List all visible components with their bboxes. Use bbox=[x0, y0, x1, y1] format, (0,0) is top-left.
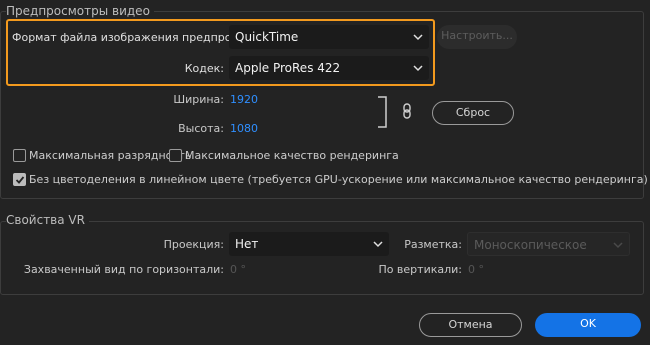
layout-dropdown[interactable]: Моноскопическое bbox=[467, 232, 630, 256]
max-render-quality-label: Максимальное качество рендеринга bbox=[185, 149, 399, 162]
horizontal-view-value: 0 ° bbox=[230, 263, 246, 276]
linear-color-label: Без цветоделения в линейном цвете (требу… bbox=[29, 173, 648, 186]
height-label: Высота: bbox=[178, 122, 224, 135]
linear-color-checkbox[interactable] bbox=[13, 173, 26, 186]
vertical-view-label: По вертикали: bbox=[378, 263, 462, 276]
projection-value: Нет bbox=[235, 237, 259, 251]
link-icon[interactable] bbox=[402, 103, 412, 119]
width-label: Ширина: bbox=[173, 93, 224, 106]
max-render-quality-checkbox[interactable] bbox=[169, 149, 182, 162]
max-bit-depth-checkbox[interactable] bbox=[13, 149, 26, 162]
reset-button[interactable]: Сброс bbox=[432, 101, 514, 125]
width-value[interactable]: 1920 bbox=[230, 93, 258, 106]
configure-button[interactable]: Настроить... bbox=[437, 25, 517, 49]
projection-label: Проекция: bbox=[163, 238, 224, 251]
highlight-frame bbox=[6, 19, 435, 86]
horizontal-view-label: Захваченный вид по горизонтали: bbox=[23, 263, 224, 276]
aspect-bracket-icon bbox=[378, 96, 387, 128]
max-bit-depth-label: Максимальная разрядность bbox=[29, 149, 192, 162]
video-previews-title: Предпросмотры видео bbox=[6, 4, 154, 18]
ok-button[interactable]: OK bbox=[535, 313, 641, 337]
checkmark-icon bbox=[15, 176, 25, 184]
height-value[interactable]: 1080 bbox=[230, 122, 258, 135]
layout-value: Моноскопическое bbox=[474, 238, 587, 252]
vertical-view-value: 0 ° bbox=[468, 263, 484, 276]
projection-dropdown[interactable]: Нет bbox=[229, 232, 389, 256]
chevron-down-icon bbox=[613, 242, 623, 249]
vr-properties-title: Свойства VR bbox=[6, 213, 89, 227]
cancel-button[interactable]: Отмена bbox=[419, 313, 522, 337]
layout-label: Разметка: bbox=[404, 238, 462, 251]
